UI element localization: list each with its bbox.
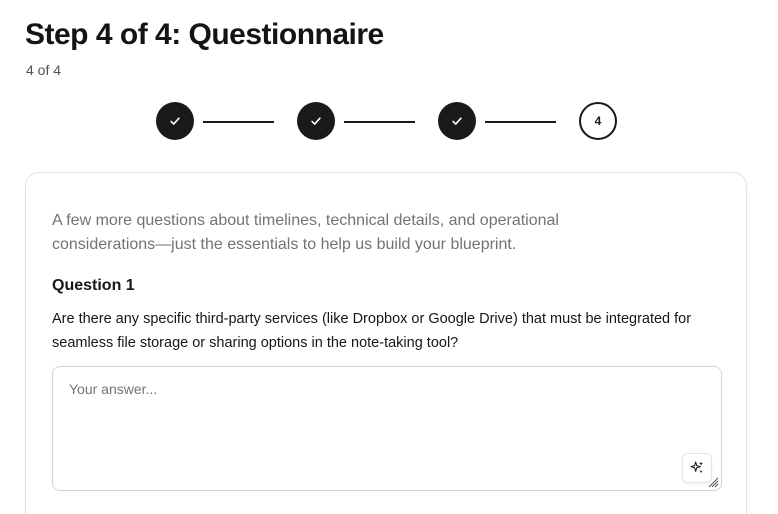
step-connector [485, 121, 556, 123]
question-title: Question 1 [52, 277, 135, 294]
check-icon [311, 117, 321, 125]
answer-field-container [52, 366, 722, 491]
step-1-completed[interactable] [156, 102, 194, 140]
step-connector [344, 121, 415, 123]
card-intro: A few more questions about timelines, te… [52, 212, 559, 253]
page-title: Step 4 of 4: Questionnaire [25, 18, 384, 51]
questionnaire-page: Step 4 of 4: Questionnaire 4 of 4 4 A fe… [0, 0, 778, 514]
resize-handle-icon[interactable] [707, 476, 719, 488]
step-connector [203, 121, 274, 123]
answer-textarea[interactable] [53, 367, 721, 490]
question-text: Are there any specific third-party servi… [52, 311, 692, 351]
step-2-completed[interactable] [297, 102, 335, 140]
step-4-label: 4 [594, 114, 602, 128]
check-icon [452, 117, 462, 125]
step-3-completed[interactable] [438, 102, 476, 140]
sparkles-icon [690, 461, 703, 474]
progress-stepper: 4 [156, 102, 620, 142]
step-counter: 4 of 4 [26, 62, 62, 78]
questionnaire-card: A few more questions about timelines, te… [25, 172, 747, 514]
step-4-current[interactable]: 4 [579, 102, 617, 140]
check-icon [170, 117, 180, 125]
